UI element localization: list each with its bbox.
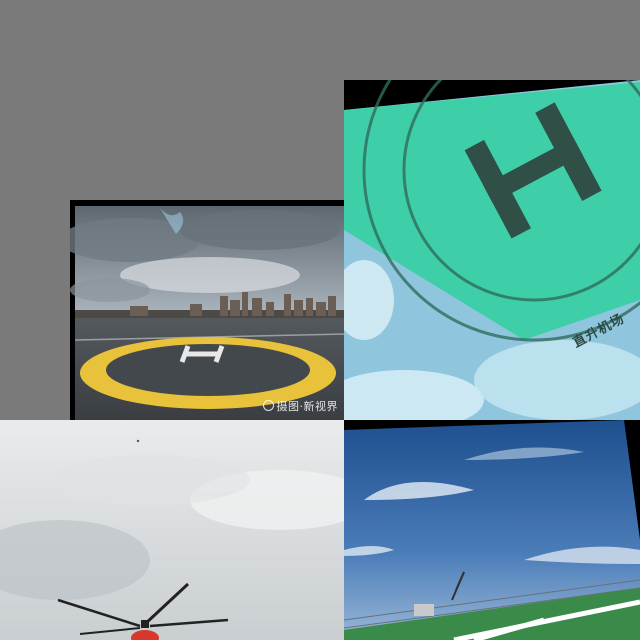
photo-teal-h-sign: 直升机场 xyxy=(344,80,640,420)
rooftop-helipad-image xyxy=(70,206,346,420)
teal-sign-image xyxy=(344,80,640,420)
ship-deck-image xyxy=(344,420,640,640)
photo-red-helicopter xyxy=(0,420,344,640)
photo-ship-deck-helipad xyxy=(344,420,640,640)
watermark-logo-icon xyxy=(262,400,274,411)
watermark: 摄图·新视界 xyxy=(262,398,339,414)
photo-rooftop-helipad: 摄图·新视界 xyxy=(70,200,346,420)
helicopter-image xyxy=(0,420,344,640)
